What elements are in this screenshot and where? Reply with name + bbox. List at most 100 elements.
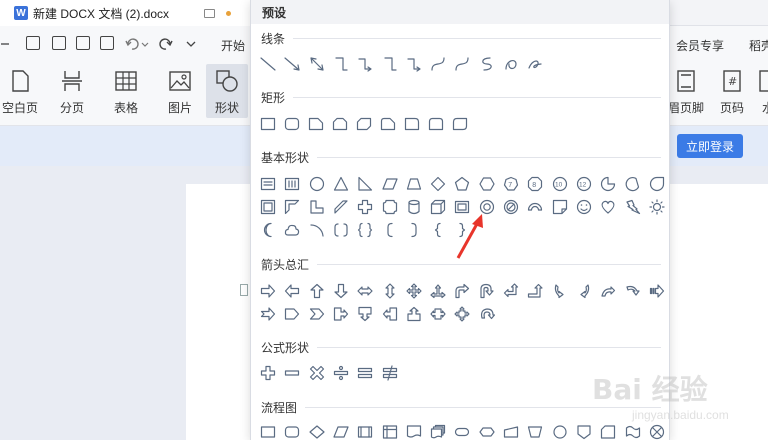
shape-smiley-icon[interactable] bbox=[576, 199, 592, 215]
print-preview-icon[interactable] bbox=[100, 36, 114, 50]
shape-pentagonarrow-icon[interactable] bbox=[284, 306, 300, 322]
shape-arrowD-icon[interactable] bbox=[333, 283, 349, 299]
shape-textbox-icon[interactable] bbox=[260, 176, 276, 192]
shape-arrowLR-icon[interactable] bbox=[357, 283, 373, 299]
shape-arrowUD-icon[interactable] bbox=[382, 283, 398, 299]
document-tab[interactable]: W 新建 DOCX 文档 (2).docx bbox=[0, 0, 250, 26]
shape-snip1-icon[interactable] bbox=[308, 116, 324, 132]
page-number-button[interactable]: # 页码 bbox=[712, 64, 752, 118]
shape-fmanual-icon[interactable] bbox=[503, 424, 519, 440]
shape-sun-icon[interactable] bbox=[649, 199, 665, 215]
shape-lightning-icon[interactable] bbox=[625, 199, 641, 215]
shape-rounddiag-icon[interactable] bbox=[452, 116, 468, 132]
shape-frame-icon[interactable] bbox=[260, 199, 276, 215]
shape-fmanop-icon[interactable] bbox=[527, 424, 543, 440]
shape-fprep-icon[interactable] bbox=[479, 424, 495, 440]
shape-lrup-icon[interactable] bbox=[430, 283, 446, 299]
shape-fdecision-icon[interactable] bbox=[308, 424, 325, 440]
shape-calloutD-icon[interactable] bbox=[357, 306, 373, 322]
shape-arc-icon[interactable] bbox=[309, 222, 325, 238]
shape-blockarc-icon[interactable] bbox=[527, 199, 543, 215]
shape-elbowarrow-icon[interactable] bbox=[406, 56, 422, 72]
shape-nosymbol-icon[interactable] bbox=[503, 199, 519, 215]
shape-falt-icon[interactable] bbox=[284, 424, 300, 440]
shape-chevron-icon[interactable] bbox=[309, 306, 325, 322]
shape-mathdiv-icon[interactable] bbox=[333, 365, 349, 381]
shape-curvedL-icon[interactable] bbox=[576, 283, 592, 299]
shape-bentarrow-icon[interactable] bbox=[454, 283, 470, 299]
shape-curvedD-icon[interactable] bbox=[625, 283, 641, 299]
page-break-button[interactable]: 分页 bbox=[52, 64, 92, 118]
shape-halfframe-icon[interactable] bbox=[284, 199, 300, 215]
shape-quadarrow-icon[interactable] bbox=[406, 283, 422, 299]
shape-elbow-icon[interactable] bbox=[333, 56, 349, 72]
shape-scribble-icon[interactable] bbox=[527, 56, 543, 72]
picture-button[interactable]: 图片 bbox=[160, 64, 200, 118]
shape-ellipse-icon[interactable] bbox=[309, 176, 325, 192]
tab-daoke[interactable]: 稻壳 bbox=[749, 37, 768, 54]
shape-line-icon[interactable] bbox=[260, 56, 276, 72]
shape-lshape-icon[interactable] bbox=[309, 199, 325, 215]
shape-dodecagon-icon[interactable]: 12 bbox=[576, 176, 592, 192]
shape-round2-icon[interactable] bbox=[428, 116, 444, 132]
shape-elbow-icon[interactable] bbox=[382, 56, 398, 72]
shape-elbowarrow-icon[interactable] bbox=[357, 56, 373, 72]
shape-moon-icon[interactable] bbox=[260, 222, 276, 238]
shape-stripedR-icon[interactable] bbox=[649, 283, 665, 299]
shape-decagon-icon[interactable]: 10 bbox=[552, 176, 568, 192]
login-button[interactable]: 立即登录 bbox=[677, 134, 743, 158]
shape-calloutR-icon[interactable] bbox=[333, 306, 349, 322]
shape-circulararrow-icon[interactable] bbox=[479, 306, 495, 322]
shape-notchedR-icon[interactable] bbox=[260, 306, 276, 322]
header-footer-button[interactable]: 眉页脚 bbox=[666, 64, 706, 118]
shape-arrowR-icon[interactable] bbox=[260, 283, 276, 299]
shape-fdoc-icon[interactable] bbox=[406, 424, 422, 440]
print-icon[interactable] bbox=[76, 36, 90, 50]
shape-curvedR-icon[interactable] bbox=[552, 283, 568, 299]
shape-cloud-icon[interactable] bbox=[284, 222, 300, 238]
shape-plaque-icon[interactable] bbox=[382, 199, 398, 215]
shape-bentup-icon[interactable] bbox=[527, 283, 543, 299]
shape-heptagon-icon[interactable]: 7 bbox=[503, 176, 519, 192]
tab-member[interactable]: 会员专享 bbox=[676, 37, 724, 54]
shape-calloutQuad-icon[interactable] bbox=[454, 306, 470, 322]
shape-arrowU-icon[interactable] bbox=[309, 283, 325, 299]
shape-curve-icon[interactable] bbox=[454, 56, 470, 72]
shape-uturn-icon[interactable] bbox=[479, 283, 495, 299]
shape-mathplus-icon[interactable] bbox=[260, 365, 276, 381]
shape-fdata-icon[interactable] bbox=[333, 424, 349, 440]
shape-chord-icon[interactable] bbox=[625, 176, 641, 192]
shape-pentagon-icon[interactable] bbox=[454, 176, 470, 192]
shape-curve-icon[interactable] bbox=[430, 56, 446, 72]
shape-teardrop-icon[interactable] bbox=[649, 176, 665, 192]
shape-can-icon[interactable] bbox=[406, 199, 422, 215]
shape-finternal-icon[interactable] bbox=[382, 424, 398, 440]
shape-fpredef-icon[interactable] bbox=[357, 424, 373, 440]
shape-triangle-icon[interactable] bbox=[333, 176, 349, 192]
shape-fprocess-icon[interactable] bbox=[260, 424, 276, 440]
shape-rect-icon[interactable] bbox=[260, 116, 276, 132]
shape-roundrect-icon[interactable] bbox=[284, 116, 300, 132]
shape-heart-icon[interactable] bbox=[600, 199, 616, 215]
menu-icon[interactable] bbox=[0, 38, 10, 50]
shape-snipdiag-icon[interactable] bbox=[356, 116, 372, 132]
shapes-button[interactable]: 形状 bbox=[206, 64, 248, 118]
shape-diagstripe-icon[interactable] bbox=[333, 199, 349, 215]
shape-foldedcorner-icon[interactable] bbox=[552, 199, 568, 215]
shape-cube-icon[interactable] bbox=[430, 199, 446, 215]
shape-roundsnip-icon[interactable] bbox=[380, 116, 396, 132]
shape-dblbracket-icon[interactable] bbox=[333, 222, 349, 238]
shape-mathmult-icon[interactable] bbox=[309, 365, 325, 381]
shape-pie-icon[interactable] bbox=[600, 176, 616, 192]
customize-dropdown-icon[interactable] bbox=[185, 38, 197, 50]
shape-plus-icon[interactable] bbox=[357, 199, 373, 215]
shape-diamond-icon[interactable] bbox=[430, 176, 446, 192]
shape-arrowL-icon[interactable] bbox=[284, 283, 300, 299]
table-button[interactable]: 表格 bbox=[106, 64, 146, 118]
shape-curvedU-icon[interactable] bbox=[600, 283, 616, 299]
shape-foffpage-icon[interactable] bbox=[576, 424, 592, 440]
shape-fmultidoc-icon[interactable] bbox=[430, 424, 446, 440]
shape-dblarrow-icon[interactable] bbox=[309, 56, 325, 72]
shape-arrowline-icon[interactable] bbox=[284, 56, 300, 72]
export-icon[interactable] bbox=[52, 36, 66, 50]
